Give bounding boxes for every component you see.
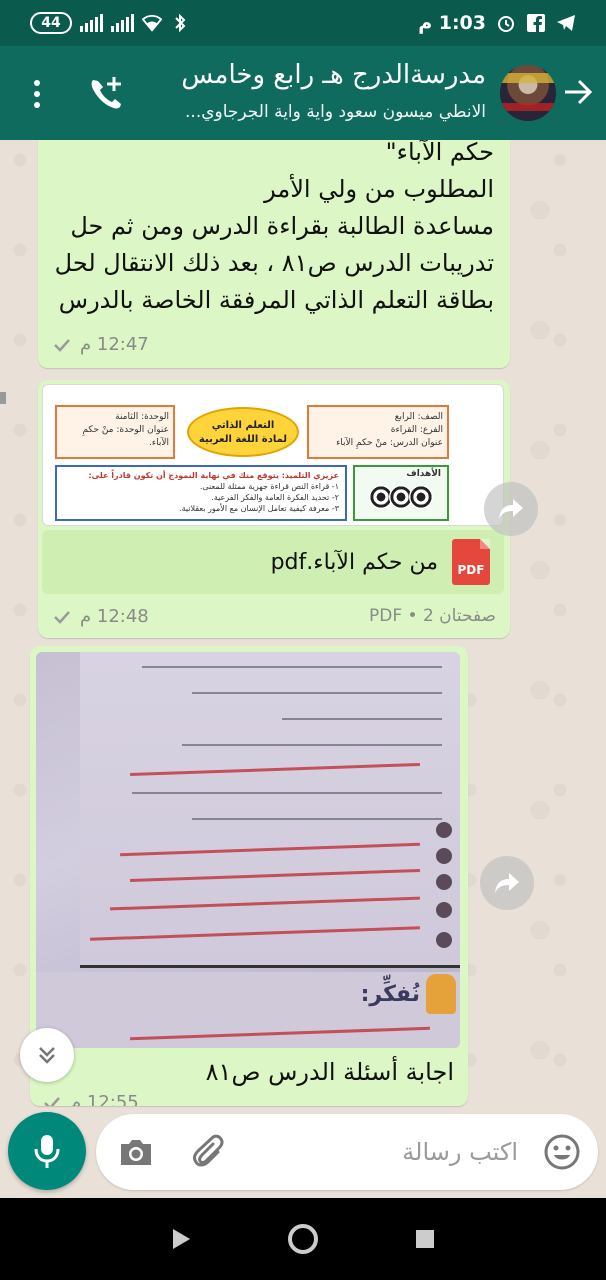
photo-kid-figure (426, 974, 456, 1014)
status-right: 1:03 م (418, 12, 576, 34)
status-time: 1:03 م (418, 12, 486, 34)
doc-goals-box: الأهداف (353, 465, 449, 521)
doc-oval-line: لمادة اللغة العربية (198, 434, 288, 445)
system-navigation-bar (0, 1198, 606, 1280)
status-bar: 44 1:03 م (0, 0, 606, 46)
group-avatar[interactable] (498, 63, 558, 123)
alarm-icon (496, 13, 516, 33)
doc-unit-box: الوحدة: الثامنة عنوان الوحدة: منْ حكمِ ا… (55, 405, 175, 459)
pdf-file-icon: PDF (452, 539, 490, 585)
document-file-row[interactable]: من حكم الآباء.pdf PDF (42, 530, 504, 594)
home-circle-icon (288, 1224, 318, 1254)
doc-objectives-box: عزيزي التلميذ: يتوقع منك في نهاية النموذ… (55, 465, 347, 521)
photo-heading: نُفكِّر: (360, 982, 420, 1007)
image-caption: اجابة أسئلة الدرس ص٨١ (205, 1058, 454, 1086)
recents-square-icon (416, 1230, 434, 1248)
camera-button[interactable] (116, 1132, 156, 1172)
bluetooth-icon (170, 13, 190, 33)
message-line: تدريبات الدرس ص٨١ ، بعد ذلك الانتقال لحل (54, 249, 494, 277)
back-arrow-icon (565, 79, 593, 105)
emoji-icon (544, 1134, 580, 1170)
message-composer (96, 1114, 598, 1190)
doc-field: الوحدة: الثامنة (115, 412, 169, 422)
scroll-to-bottom-button[interactable] (20, 1028, 74, 1082)
signal-icon-2 (111, 14, 134, 32)
forward-button[interactable] (480, 856, 534, 910)
message-bubble-image[interactable]: نُفكِّر: اجابة أسئلة الدرس ص٨١ 12:55 م (30, 646, 468, 1106)
facebook-icon (526, 13, 546, 33)
message-line: حكم الآباء" (385, 140, 494, 166)
message-bubble-document[interactable]: الصف: الرابع الفرع: القراءة عنوان الدرس:… (38, 380, 510, 638)
back-triangle-icon (173, 1229, 190, 1249)
forward-icon (495, 873, 519, 893)
attach-button[interactable] (190, 1132, 230, 1172)
photo-textbook-page (80, 652, 460, 968)
group-members[interactable]: الانطي ميسون سعود واية واية الجرجاوي... (176, 102, 486, 122)
chat-messages[interactable]: حكم الآباء" المطلوب من ولي الأمر مساعدة … (0, 140, 606, 1198)
message-line: بطاقة التعلم الذاتي المرفقة الخاصة بالدر… (58, 286, 494, 314)
chat-header: مدرسةالدرج هـ رابع وخامس الانطي ميسون سع… (0, 46, 606, 140)
scroll-marker (0, 392, 6, 404)
status-left: 44 (30, 12, 190, 34)
message-line: المطلوب من ولي الأمر (264, 175, 494, 203)
nav-back-button[interactable] (161, 1219, 201, 1259)
target-icon (409, 485, 433, 509)
add-call-button[interactable] (86, 74, 130, 114)
message-time: 12:48 م (80, 606, 149, 627)
sent-check-icon (54, 338, 70, 352)
document-preview[interactable]: الصف: الرابع الفرع: القراءة عنوان الدرس:… (42, 384, 504, 526)
overflow-menu-button[interactable] (22, 74, 52, 114)
message-bubble-text[interactable]: حكم الآباء" المطلوب من ولي الأمر مساعدة … (38, 140, 510, 368)
emoji-button[interactable] (542, 1132, 582, 1172)
camera-icon (121, 1140, 151, 1165)
doc-field: عنوان الوحدة: منْ حكمِ الآباء. (82, 425, 169, 448)
doc-objective: ٢- تحديد الفكرة العامة والفكر الفرعية. (211, 493, 339, 502)
group-title[interactable]: مدرسةالدرج هـ رابع وخامس (176, 60, 486, 90)
battery-indicator: 44 (30, 12, 72, 34)
doc-objective: ٣- معرفة كيفية تعامل الإنسان مع الأمور ب… (179, 504, 339, 513)
photo-attachment[interactable]: نُفكِّر: (36, 652, 460, 1048)
nav-recents-button[interactable] (405, 1219, 445, 1259)
message-meta: 12:47 م (52, 334, 149, 355)
forward-icon (499, 499, 523, 519)
message-time: 12:55 م (70, 1092, 139, 1106)
message-text: حكم الآباء" المطلوب من ولي الأمر مساعدة … (44, 140, 494, 319)
doc-field: الفرع: القراءة (390, 425, 443, 435)
message-time: 12:47 م (80, 334, 149, 355)
double-chevron-down-icon (39, 1047, 55, 1064)
voice-message-button[interactable] (8, 1112, 86, 1190)
doc-objective: ١- قراءة النص قراءة جهرية ممثلة للمعنى. (199, 482, 339, 491)
message-meta: 12:55 م (42, 1092, 139, 1106)
message-input[interactable] (318, 1128, 518, 1176)
paperclip-icon (193, 1134, 224, 1167)
doc-title-oval: التعلم الذاتي لمادة اللغة العربية (187, 407, 299, 457)
document-pages: صفحتان 2 • PDF (368, 606, 496, 626)
overflow-menu-icon (34, 80, 40, 86)
microphone-icon (34, 1135, 60, 1168)
back-button[interactable] (558, 72, 598, 112)
add-call-icon (91, 77, 121, 109)
message-line: مساعدة الطالبة بقراءة الدرس ومن ثم حل (70, 212, 494, 240)
wifi-icon (142, 13, 162, 33)
doc-objectives-heading: عزيزي التلميذ: يتوقع منك في نهاية النموذ… (88, 471, 339, 480)
doc-field: عنوان الدرس: منْ حكمِ الآباء (336, 438, 443, 448)
file-name: من حكم الآباء.pdf (270, 549, 438, 575)
forward-button[interactable] (484, 482, 538, 536)
doc-goals-label: الأهداف (406, 469, 441, 479)
message-meta: 12:48 م (52, 606, 149, 627)
doc-oval-line: التعلم الذاتي (211, 420, 275, 431)
nav-home-button[interactable] (283, 1219, 323, 1259)
sent-check-icon (54, 610, 70, 624)
doc-info-box: الصف: الرابع الفرع: القراءة عنوان الدرس:… (307, 405, 449, 459)
doc-field: الصف: الرابع (394, 412, 443, 422)
telegram-icon (556, 13, 576, 33)
signal-icon (80, 14, 103, 32)
sent-check-icon (44, 1096, 60, 1106)
